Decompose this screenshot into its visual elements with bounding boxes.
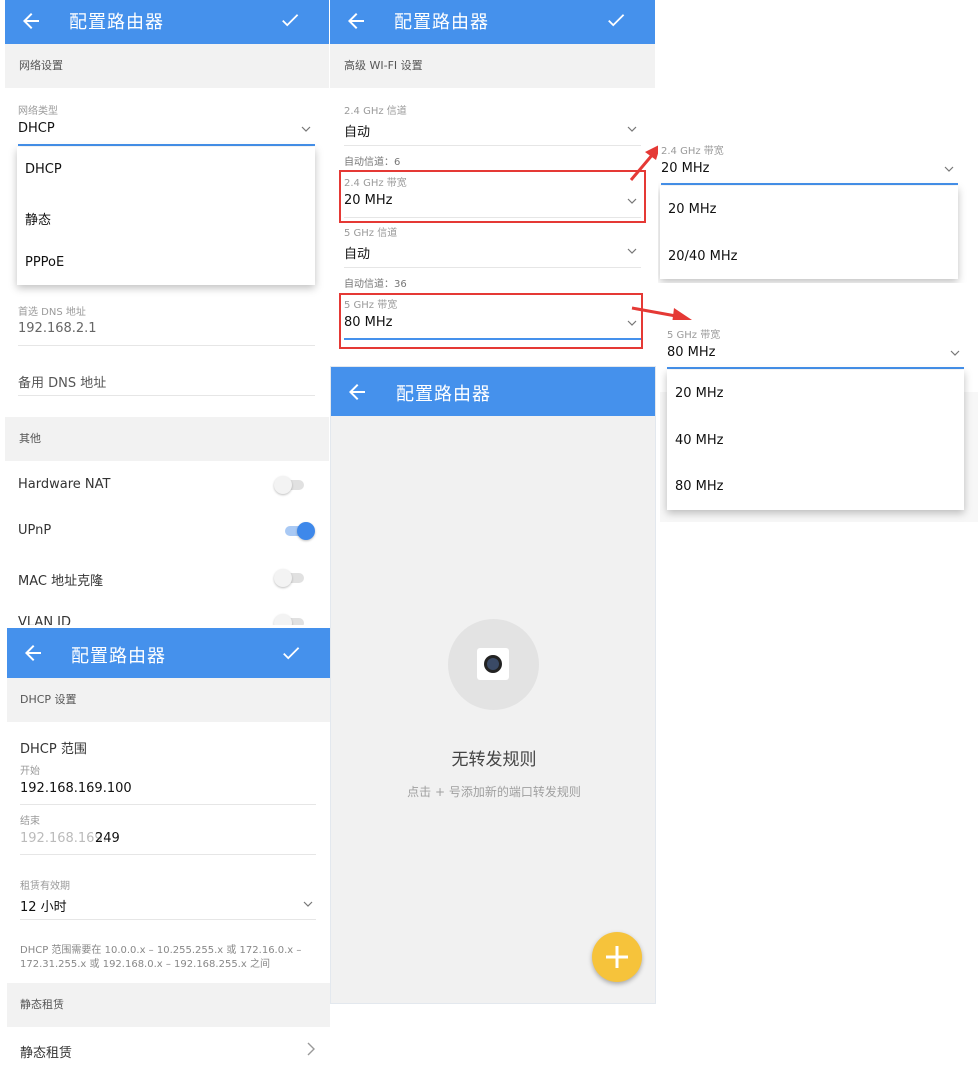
chevron-down-icon[interactable]: [301, 124, 311, 134]
empty-hint: 点击 + 号添加新的端口转发规则: [407, 785, 581, 799]
dropdown-option[interactable]: 静态: [25, 209, 51, 228]
app-bar: 配置路由器: [331, 367, 655, 416]
ch5-value[interactable]: 自动: [344, 243, 370, 262]
popup5-underline: [667, 367, 964, 369]
dropdown-option[interactable]: PPPoE: [25, 255, 64, 270]
app-bar: 配置路由器: [330, 0, 655, 44]
dhcp-range-title: DHCP 范围: [20, 742, 87, 757]
popup24-label: 2.4 GHz 带宽: [661, 146, 724, 157]
range-note: 172.31.255.x 或 192.168.0.x – 192.168.255…: [20, 959, 270, 970]
section-wifi: 高级 WI-FI 设置: [330, 44, 655, 88]
upnp-toggle[interactable]: [283, 522, 315, 540]
back-arrow-icon[interactable]: [345, 380, 369, 404]
dropdown-option[interactable]: DHCP: [25, 162, 62, 177]
toggle-label: MAC 地址克隆: [18, 574, 104, 589]
back-arrow-icon[interactable]: [21, 641, 45, 665]
end-prefix: 192.168.169.: [20, 831, 107, 846]
dropdown-option[interactable]: 20 MHz: [675, 386, 724, 401]
app-title: 配置路由器: [69, 12, 164, 33]
divider: [18, 395, 315, 396]
popup24-underline: [661, 183, 958, 185]
check-icon[interactable]: [279, 9, 301, 31]
divider: [20, 854, 316, 855]
divider: [20, 919, 316, 920]
end-value[interactable]: 249: [95, 831, 120, 846]
app-title: 配置路由器: [71, 646, 166, 667]
secondary-dns-input[interactable]: 备用 DNS 地址: [18, 372, 106, 391]
dropdown-option[interactable]: 80 MHz: [675, 479, 724, 494]
ch24-auto: 自动信道：6: [344, 157, 401, 168]
network-type-dropdown: DHCP 静态 PPPoE: [17, 147, 315, 285]
ch24-value[interactable]: 自动: [344, 121, 370, 140]
empty-title: 无转发规则: [451, 750, 537, 770]
chevron-right-icon[interactable]: [305, 1041, 317, 1057]
section-other: 其他: [5, 417, 329, 461]
app-title: 配置路由器: [396, 384, 491, 405]
mac-clone-toggle[interactable]: [274, 569, 306, 587]
camera-icon: [477, 648, 509, 680]
chevron-down-icon[interactable]: [950, 348, 960, 358]
bw5-dropdown: 20 MHz 40 MHz 80 MHz: [667, 370, 964, 510]
dropdown-option[interactable]: 20/40 MHz: [668, 249, 737, 264]
start-label: 开始: [20, 766, 40, 777]
ch24-label: 2.4 GHz 信道: [344, 106, 407, 117]
highlight-box: [339, 293, 643, 349]
port-forward-panel: 配置路由器 无转发规则 点击 + 号添加新的端口转发规则: [330, 366, 656, 1004]
toggle-label: VLAN ID: [18, 615, 72, 625]
lease-label: 租赁有效期: [20, 881, 70, 892]
popup24-value[interactable]: 20 MHz: [661, 161, 710, 176]
divider: [344, 145, 641, 146]
plus-icon: [606, 946, 628, 968]
toggle-label: UPnP: [18, 523, 52, 538]
back-arrow-icon[interactable]: [19, 9, 43, 33]
app-title: 配置路由器: [394, 12, 489, 33]
app-bar: 配置路由器: [5, 0, 329, 44]
popup5-label: 5 GHz 带宽: [667, 330, 721, 341]
toggle-label: Hardware NAT: [18, 477, 111, 492]
popup5-value[interactable]: 80 MHz: [667, 345, 716, 360]
bw5-popup: 5 GHz 带宽 80 MHz 20 MHz 40 MHz 80 MHz: [660, 320, 978, 522]
check-icon[interactable]: [280, 642, 302, 664]
divider: [344, 267, 641, 268]
ch5-auto: 自动信道：36: [344, 279, 407, 290]
section-static: 静态租赁: [7, 983, 330, 1027]
network-type-underline: [18, 144, 315, 146]
highlight-box: [339, 170, 646, 223]
back-arrow-icon[interactable]: [344, 9, 368, 33]
ch5-label: 5 GHz 信道: [344, 228, 398, 239]
divider: [18, 345, 315, 346]
chevron-down-icon[interactable]: [627, 124, 637, 134]
bw24-dropdown: 20 MHz 20/40 MHz: [660, 186, 958, 279]
static-lease-item[interactable]: 静态租赁: [20, 1042, 72, 1061]
range-note: DHCP 范围需要在 10.0.0.x – 10.255.255.x 或 172…: [20, 945, 302, 956]
divider: [20, 804, 316, 805]
chevron-down-icon[interactable]: [303, 899, 313, 909]
dropdown-option[interactable]: 20 MHz: [668, 202, 717, 217]
add-rule-button[interactable]: [592, 932, 642, 982]
bw24-popup: 2.4 GHz 带宽 20 MHz 20 MHz 20/40 MHz: [658, 140, 976, 283]
end-label: 结束: [20, 816, 40, 827]
chevron-down-icon[interactable]: [627, 246, 637, 256]
section-network: 网络设置: [5, 44, 329, 88]
section-dhcp: DHCP 设置: [7, 678, 330, 722]
app-bar: 配置路由器: [7, 628, 330, 678]
network-type-value[interactable]: DHCP: [18, 121, 55, 136]
lease-value[interactable]: 12 小时: [20, 896, 67, 915]
vlan-toggle[interactable]: [274, 614, 306, 625]
dhcp-settings-panel: 配置路由器 DHCP 设置 DHCP 范围 开始 192.168.169.100…: [7, 628, 330, 1074]
empty-illustration: [448, 619, 539, 710]
hardware-nat-toggle[interactable]: [274, 476, 306, 494]
start-value[interactable]: 192.168.169.100: [20, 781, 132, 796]
primary-dns-value[interactable]: 192.168.2.1: [18, 321, 97, 336]
dropdown-option[interactable]: 40 MHz: [675, 433, 724, 448]
chevron-down-icon[interactable]: [944, 164, 954, 174]
network-type-label: 网络类型: [18, 106, 58, 117]
primary-dns-label: 首选 DNS 地址: [18, 307, 86, 318]
network-settings-panel: 配置路由器 网络设置 网络类型 DHCP DHCP 静态 PPPoE 首选 DN…: [5, 0, 329, 625]
check-icon[interactable]: [605, 9, 627, 31]
